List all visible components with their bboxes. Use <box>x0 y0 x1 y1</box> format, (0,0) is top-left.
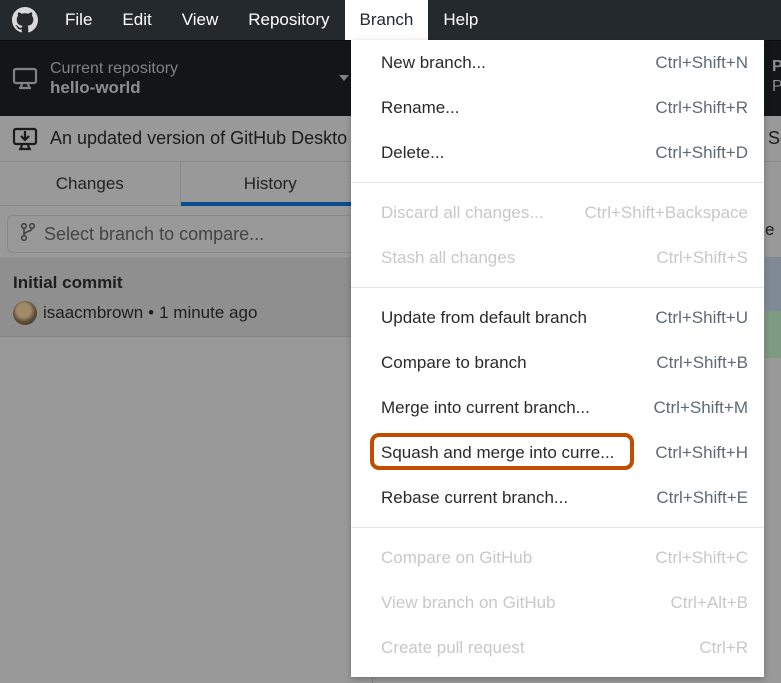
menu-item-label: Rename... <box>381 97 460 117</box>
menu-item-label: Rebase current branch... <box>381 487 569 507</box>
menu-item-shortcut: Ctrl+Shift+Backspace <box>584 202 748 222</box>
menu-item-shortcut: Ctrl+Shift+D <box>655 142 748 162</box>
menu-item-discard-all-changes: Discard all changes... Ctrl+Shift+Backspa… <box>351 190 764 235</box>
menu-item-view-branch-on-github: View branch on GitHub Ctrl+Alt+B <box>351 580 764 625</box>
menu-item-label: Squash and merge into curre... <box>381 442 615 462</box>
avatar <box>13 301 37 325</box>
menu-item-label: Compare on GitHub <box>381 547 533 567</box>
menu-item-label: Delete... <box>381 142 445 162</box>
menu-separator <box>351 527 764 528</box>
menu-item-shortcut: Ctrl+Shift+B <box>656 352 748 372</box>
menu-item-shortcut: Ctrl+R <box>699 637 748 657</box>
right-panel-selected-strip <box>765 257 781 311</box>
menu-item-shortcut: Ctrl+Alt+B <box>670 592 748 612</box>
menu-separator <box>351 182 764 183</box>
menu-item-stash-all-changes: Stash all changes Ctrl+Shift+S <box>351 235 764 280</box>
menu-item-label: Merge into current branch... <box>381 397 590 417</box>
menu-item-shortcut: Ctrl+Shift+N <box>655 52 748 72</box>
commit-meta: isaacmbrown • 1 minute ago <box>13 301 257 325</box>
menu-repository[interactable]: Repository <box>233 0 344 40</box>
git-branch-icon <box>20 222 36 247</box>
menubar: File Edit View Repository Branch Help <box>0 0 781 40</box>
toolbar-right-fragment-title: P <box>772 58 781 75</box>
commit-list-item[interactable]: Initial commit isaacmbrown • 1 minute ag… <box>0 259 360 337</box>
toolbar-right-fragment-subtitle: P <box>772 78 781 95</box>
desktop-download-icon <box>0 126 50 152</box>
menu-item-shortcut: Ctrl+Shift+R <box>655 97 748 117</box>
menu-item-delete[interactable]: Delete... Ctrl+Shift+D <box>351 130 764 175</box>
commit-author: isaacmbrown <box>43 303 144 322</box>
menu-help[interactable]: Help <box>428 0 493 40</box>
update-banner-text: An updated version of GitHub Deskto <box>50 128 348 148</box>
menu-item-label: Compare to branch <box>381 352 527 372</box>
compare-branch-input[interactable]: Select branch to compare... <box>7 215 367 253</box>
current-repository-button[interactable]: Current repository hello-world <box>0 41 360 117</box>
compare-branch-placeholder: Select branch to compare... <box>44 223 265 244</box>
menu-item-update-from-default-branch[interactable]: Update from default branch Ctrl+Shift+U <box>351 295 764 340</box>
menu-item-label: New branch... <box>381 52 486 72</box>
menu-item-shortcut: Ctrl+Shift+H <box>655 442 748 462</box>
commit-time: 1 minute ago <box>159 303 258 322</box>
menu-item-label: Discard all changes... <box>381 202 544 222</box>
menu-item-merge-into-current-branch[interactable]: Merge into current branch... Ctrl+Shift+M <box>351 385 764 430</box>
menu-item-shortcut: Ctrl+Shift+M <box>653 397 748 417</box>
menu-branch[interactable]: Branch <box>344 0 429 40</box>
menu-item-squash-and-merge-into-curre[interactable]: Squash and merge into curre... Ctrl+Shift… <box>351 430 764 475</box>
branch-menu: New branch... Ctrl+Shift+N Rename... Ctrl+S… <box>351 40 764 677</box>
menu-item-compare-to-branch[interactable]: Compare to branch Ctrl+Shift+B <box>351 340 764 385</box>
toolbar-right-fragment: P P <box>772 57 781 97</box>
tab-history[interactable]: History <box>180 162 361 206</box>
right-panel-added-strip <box>765 311 781 358</box>
commit-meta-separator: • <box>148 303 155 322</box>
repository-name: hello-world <box>50 78 141 97</box>
menu-edit[interactable]: Edit <box>107 0 166 40</box>
menu-item-rebase-current-branch[interactable]: Rebase current branch... Ctrl+Shift+E <box>351 475 764 520</box>
current-repository-label: Current repository <box>50 60 179 77</box>
chevron-down-icon <box>339 75 349 81</box>
tab-changes[interactable]: Changes <box>0 162 181 205</box>
menu-separator <box>351 287 764 288</box>
menu-item-shortcut: Ctrl+Shift+E <box>656 487 748 507</box>
menu-item-create-pull-request: Create pull request Ctrl+R <box>351 625 764 670</box>
desktop-icon <box>0 67 50 91</box>
sidebar-tabs: Changes History <box>0 162 360 206</box>
menu-view[interactable]: View <box>167 0 234 40</box>
menu-file[interactable]: File <box>50 0 107 40</box>
menu-item-shortcut: Ctrl+Shift+S <box>656 247 748 267</box>
menu-item-shortcut: Ctrl+Shift+U <box>655 307 748 327</box>
menu-item-compare-on-github: Compare on GitHub Ctrl+Shift+C <box>351 535 764 580</box>
compare-branch-row: Select branch to compare... <box>0 206 367 259</box>
menu-item-shortcut: Ctrl+Shift+C <box>655 547 748 567</box>
menu-item-label: Create pull request <box>381 637 525 657</box>
menu-item-label: Stash all changes <box>381 247 516 267</box>
menu-item-new-branch[interactable]: New branch... Ctrl+Shift+N <box>351 40 764 85</box>
github-logo-icon <box>0 0 50 40</box>
commit-title: Initial commit <box>13 273 123 292</box>
right-panel-fragment: e <box>765 220 775 239</box>
banner-right-fragment[interactable]: Se <box>768 128 781 149</box>
menu-item-rename[interactable]: Rename... Ctrl+Shift+R <box>351 85 764 130</box>
menu-item-label: View branch on GitHub <box>381 592 556 612</box>
menu-item-label: Update from default branch <box>381 307 588 327</box>
